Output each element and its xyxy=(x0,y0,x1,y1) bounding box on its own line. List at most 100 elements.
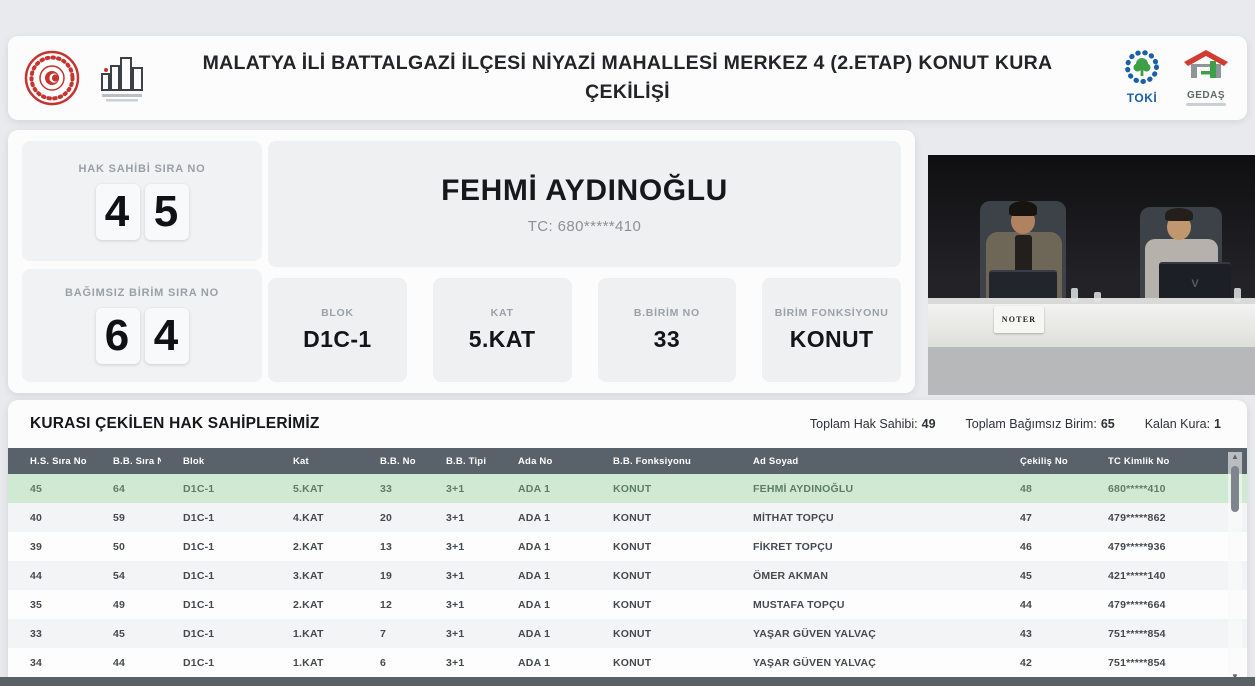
table-cell: 3+1 xyxy=(424,648,496,677)
unit-info-box: KAT 5.KAT xyxy=(432,278,572,382)
totals-summary: Toplam Hak Sahibi: 49 Toplam Bağımsız Biri… xyxy=(810,417,1221,431)
table-cell: 48 xyxy=(998,474,1086,503)
toki-logo-label: TOKİ xyxy=(1126,91,1158,105)
column-header: H.S. Sıra No xyxy=(8,448,91,474)
video-progress-bar[interactable] xyxy=(0,677,1255,686)
results-table-panel: KURASI ÇEKİLEN HAK SAHİPLERİMİZ Toplam H… xyxy=(8,400,1247,686)
table-cell: ADA 1 xyxy=(496,503,591,532)
table-cell: 2.KAT xyxy=(271,532,358,561)
ministry-buildings-icon xyxy=(94,52,146,106)
table-cell: D1C-1 xyxy=(161,648,271,677)
table-cell: 19 xyxy=(358,561,424,590)
hak-sahibi-sira-no-digits: 45 xyxy=(95,183,189,240)
table-cell: 43 xyxy=(998,619,1086,648)
table-row: 39 50 D1C-1 2.KAT 13 3+1 ADA 1 KONUT FİKRET TOPÇ… xyxy=(8,532,1247,561)
table-cell: 5.KAT xyxy=(271,474,358,503)
unit-info-value: KONUT xyxy=(789,326,874,352)
table-cell: 7 xyxy=(358,619,424,648)
unit-info-box: BİRİM FONKSİYONU KONUT xyxy=(762,278,901,382)
table-scrollbar[interactable]: ▲ ▼ xyxy=(1228,452,1242,682)
table-cell: YAŞAR GÜVEN YALVAÇ xyxy=(731,619,998,648)
table-cell: KONUT xyxy=(591,503,731,532)
table-cell: 479*****936 xyxy=(1086,532,1247,561)
table-cell: 44 xyxy=(998,590,1086,619)
table-cell: ADA 1 xyxy=(496,561,591,590)
total-item: Toplam Hak Sahibi: 49 xyxy=(809,417,936,431)
table-cell: 49 xyxy=(91,590,161,619)
table-cell: KONUT xyxy=(591,561,731,590)
unit-info-label: BLOK xyxy=(321,307,354,319)
table-cell: 12 xyxy=(358,590,424,619)
table-cell: D1C-1 xyxy=(161,561,271,590)
table-cell: ADA 1 xyxy=(496,590,591,619)
table-cell: 3+1 xyxy=(424,503,496,532)
table-cell: 4.KAT xyxy=(271,503,358,532)
table-title: KURASI ÇEKİLEN HAK SAHİPLERİMİZ xyxy=(30,415,320,432)
hak-sahibi-sira-no-label: HAK SAHİBİ SIRA NO xyxy=(78,162,206,175)
table-cell: D1C-1 xyxy=(161,532,271,561)
header-bar: MALATYA İLİ BATTALGAZİ İLÇESİ NİYAZİ MAH… xyxy=(8,36,1247,120)
table-cell: 20 xyxy=(358,503,424,532)
digit-card: 4 xyxy=(95,183,140,240)
video-floor xyxy=(928,347,1255,395)
table-cell: ADA 1 xyxy=(496,619,591,648)
table-cell: KONUT xyxy=(591,619,731,648)
table-cell: MİTHAT TOPÇU xyxy=(731,503,998,532)
table-row: 34 44 D1C-1 1.KAT 6 3+1 ADA 1 KONUT YAŞAR GÜVEN … xyxy=(8,648,1247,677)
winner-name-panel: FEHMİ AYDINOĞLU TC: 680*****410 xyxy=(268,141,901,267)
table-cell: 3+1 xyxy=(424,561,496,590)
digit-card: 4 xyxy=(144,308,189,364)
table-cell: 50 xyxy=(91,532,161,561)
table-cell: 46 xyxy=(998,532,1086,561)
column-header: B.B. No xyxy=(358,448,424,474)
table-cell: 751*****854 xyxy=(1086,619,1247,648)
unit-info-label: KAT xyxy=(490,307,514,319)
results-table: H.S. Sıra NoB.B. Sıra NoBlokKatB.B. NoB.… xyxy=(8,448,1247,677)
column-header: B.B. Sıra No xyxy=(91,448,161,474)
gedas-logo-subtext xyxy=(1186,103,1226,106)
table-cell: 45 xyxy=(998,561,1086,590)
table-cell: KONUT xyxy=(591,474,731,503)
table-cell: ADA 1 xyxy=(496,648,591,677)
table-cell: 3+1 xyxy=(424,474,496,503)
live-video-feed: V NOTER xyxy=(928,155,1255,395)
table-cell: 479*****664 xyxy=(1086,590,1247,619)
table-header-row: KURASI ÇEKİLEN HAK SAHİPLERİMİZ Toplam H… xyxy=(8,400,1247,448)
bagimsiz-birim-sira-no-label: BAĞIMSIZ BİRİM SIRA NO xyxy=(64,287,220,299)
column-header: Çekiliş No xyxy=(998,448,1086,474)
table-cell: 34 xyxy=(8,648,91,677)
winner-name: FEHMİ AYDINOĞLU xyxy=(441,173,728,207)
table-cell: 45 xyxy=(91,619,161,648)
table-cell: 3+1 xyxy=(424,619,496,648)
page-title: MALATYA İLİ BATTALGAZİ İLÇESİ NİYAZİ MAH… xyxy=(202,51,1053,103)
table-cell: 64 xyxy=(91,474,161,503)
table-cell: 751*****854 xyxy=(1086,648,1247,677)
bagimsiz-birim-sira-no-box: BAĞIMSIZ BİRİM SIRA NO 64 xyxy=(22,269,262,382)
column-header: Blok xyxy=(161,448,271,474)
unit-info-box: BLOK D1C-1 xyxy=(268,278,407,382)
table-cell: D1C-1 xyxy=(161,590,271,619)
table-cell: 1.KAT xyxy=(271,648,358,677)
table-cell: 44 xyxy=(8,561,91,590)
table-row: 35 49 D1C-1 2.KAT 12 3+1 ADA 1 KONUT MUSTAFA TOP… xyxy=(8,590,1247,619)
winner-tc-number: TC: 680*****410 xyxy=(527,217,642,235)
table-cell: 45 xyxy=(8,474,91,503)
hak-sahibi-sira-no-box: HAK SAHİBİ SIRA NO 45 xyxy=(22,141,262,261)
table-cell: 3.KAT xyxy=(271,561,358,590)
table-cell: 33 xyxy=(8,619,91,648)
gedas-logo-label: GEDAŞ xyxy=(1186,90,1226,101)
table-cell: 44 xyxy=(91,648,161,677)
table-cell: FEHMİ AYDINOĞLU xyxy=(731,474,998,503)
table-cell: D1C-1 xyxy=(161,503,271,532)
unit-info-value: 5.KAT xyxy=(468,326,536,352)
table-cell: 54 xyxy=(91,561,161,590)
table-cell: 3+1 xyxy=(424,590,496,619)
table-cell: KONUT xyxy=(591,590,731,619)
scrollbar-up-icon[interactable]: ▲ xyxy=(1231,452,1239,462)
unit-info-label: B.BİRİM NO xyxy=(633,307,700,319)
table-cell: 33 xyxy=(358,474,424,503)
government-seal-icon xyxy=(24,50,80,106)
column-header: Ada No xyxy=(496,448,591,474)
table-cell: 42 xyxy=(998,648,1086,677)
scrollbar-thumb[interactable] xyxy=(1231,466,1239,512)
